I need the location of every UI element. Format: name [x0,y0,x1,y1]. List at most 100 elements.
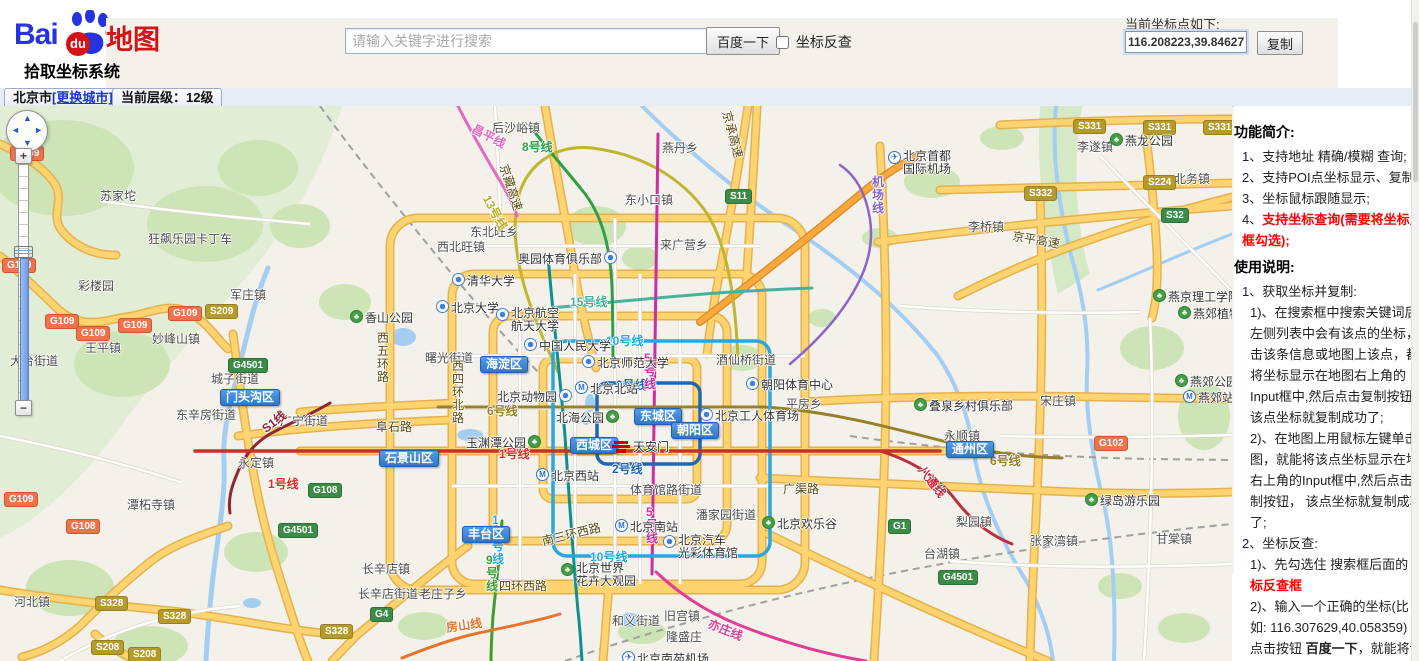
park-icon: ♣ [1110,133,1123,146]
metro-station-icon: M [1183,390,1196,403]
map-pan-control[interactable]: ▲ ▼ ◄ ► [6,110,48,152]
subway-line-label: 1号线 [268,475,299,492]
park-icon: ♣ [561,563,574,576]
poi-label[interactable]: ♣绿岛游乐园 [1085,492,1160,509]
pan-left-arrow-icon[interactable]: ◄ [11,126,20,135]
poi-label[interactable]: ♣燕龙公园 [1110,132,1173,149]
town-label: 潭柘寺镇 [127,496,175,513]
copy-button[interactable]: 复制 [1257,31,1303,55]
town-label: 曙光街道 [425,349,473,366]
poi-label[interactable]: ♣燕京理工学院 [1153,288,1232,305]
town-label: 长辛店镇 [362,560,410,577]
road-name-label: 京承高速 [719,109,748,160]
sidebar-text-line: Input框中,然后点击复制按钮， [1234,386,1414,407]
poi-icon [559,389,572,402]
tiananmen-marker[interactable]: 天安门 [612,438,669,455]
district-label: 朝阳区 [671,422,719,439]
reverse-lookup-checkbox[interactable] [776,36,789,49]
zoom-in-button[interactable]: + [15,148,32,164]
town-label: 甘棠镇 [1156,530,1192,547]
poi-label[interactable]: 北京动物园 [497,388,572,405]
road-shield: G4501 [938,570,978,585]
road-shield: S328 [320,624,353,639]
sidebar-text-line: 将坐标显示在地图右上角的 [1234,365,1414,386]
sidebar-text-line: 右上角的Input框中,然后点击复 [1234,470,1414,491]
poi-label[interactable]: M北京北站 [575,380,638,397]
poi-label[interactable]: M燕郊站 [1183,389,1232,406]
road-name-label: 西五环路 [377,332,390,384]
sidebar-text-line: 2)、输入一个正确的坐标(比 [1234,596,1414,617]
poi-label[interactable]: ♣燕郊植物园 [1178,305,1232,322]
park-icon: ♣ [762,516,775,529]
subway-line-label: 6号线 [990,452,1021,469]
road-shield: S328 [158,609,191,624]
park-icon: ♣ [606,410,619,423]
header: Bai du 地图 拾取坐标系统 百度一下 坐标反查 当前坐标点如下: 复制 [0,0,1419,88]
subway-line-label: 亦庄线 [706,615,746,644]
poi-label[interactable]: 玉渊潭公园♣ [466,434,541,451]
poi-label[interactable]: 清华大学 [452,272,515,289]
poi-label[interactable]: ♣叠泉乡村俱乐部 [914,397,1013,414]
town-label: 梨园镇 [956,513,992,530]
poi-icon [663,535,676,548]
poi-label[interactable]: ♣北京欢乐谷 [762,515,837,532]
coord-input[interactable] [1125,31,1247,53]
park-icon: ♣ [1153,289,1166,302]
reverse-lookup-option[interactable]: 坐标反查 [772,32,852,52]
sidebar-heading: 功能简介: [1234,122,1414,143]
park-icon: ♣ [1175,374,1188,387]
poi-label[interactable]: ♣香山公园 [350,309,413,326]
subway-line-label: 8号线 [522,138,553,155]
sidebar-heading: 使用说明: [1234,257,1414,278]
baidu-map-logo: Bai du 地图 拾取坐标系统 [14,10,184,80]
district-label: 门头沟区 [220,389,280,406]
poi-label[interactable]: 北京航空航天大学 [496,307,559,333]
poi-label[interactable]: 北京汽车光彩体育馆 [663,534,738,560]
zoom-out-button[interactable]: − [15,400,32,416]
page-scrollbar[interactable] [1411,0,1419,661]
instructions-sidebar: 功能简介:1、支持地址 精确/模糊 查询;2、支持POI点坐标显示、复制;3、坐… [1234,106,1414,661]
town-label: 李桥镇 [968,218,1004,235]
current-city: 北京市 [13,90,52,105]
poi-label[interactable]: 奥园体育俱乐部 [518,250,617,267]
poi-label[interactable]: 北京师范大学 [582,354,669,371]
sidebar-text-line: 3、坐标鼠标跟随显示; [1234,188,1414,209]
city-tab: 北京市[更换城市] [4,88,122,106]
poi-label[interactable]: ♣北京世界花卉大观园 [561,562,636,588]
pan-down-arrow-icon[interactable]: ▼ [23,139,32,148]
poi-label[interactable]: ✈北京首都国际机场 [888,150,951,176]
page-scrollbar-thumb[interactable] [1413,22,1418,182]
road-shield: S208 [128,647,161,661]
poi-label[interactable]: ♣燕郊公园 [1175,373,1232,390]
poi-label[interactable]: M北京西站 [536,467,599,484]
poi-label[interactable]: 北海公园♣ [556,409,619,426]
sidebar-text-line: 该点坐标就复制成功了; [1234,407,1414,428]
poi-label[interactable]: 中国人民大学 [524,337,611,354]
sidebar-text-line: 2)、在地图上用鼠标左键单击 [1234,428,1414,449]
map-canvas[interactable]: 苏家坨狂飙乐园卡丁车东北旺乡西北旺镇后沙峪镇燕丹乡东小口镇来广营乡曙光街道彩楼园… [0,106,1232,661]
poi-label[interactable]: 朝阳体育中心 [746,376,833,393]
poi-label[interactable]: ✈北京南苑机场 [622,650,709,661]
road-shield: S32 [1161,208,1189,223]
sidebar-text-line: 标反查框 [1234,575,1414,596]
pan-up-arrow-icon[interactable]: ▲ [23,114,32,123]
road-shield: G108 [308,483,342,498]
change-city-link[interactable]: [更换城市] [52,90,113,105]
search-input[interactable] [345,28,707,54]
park-icon: ♣ [528,435,541,448]
town-label: 长辛店街道 [358,585,418,602]
poi-label[interactable]: M北京南站 [615,518,678,535]
pan-right-arrow-icon[interactable]: ► [34,126,43,135]
town-label: 东小口镇 [625,191,673,208]
search-button[interactable]: 百度一下 [706,27,780,55]
road-shield: G4501 [228,358,268,373]
poi-icon [582,355,595,368]
subway-line-label: 八通线 [915,462,951,501]
zoom-slider-handle[interactable] [14,246,33,258]
road-shield: S332 [1024,186,1057,201]
poi-icon [604,251,617,264]
sidebar-text-line: 1、支持地址 精确/模糊 查询; [1234,146,1414,167]
town-label: 潘家园街道 [696,506,756,523]
poi-label[interactable]: 北京大学 [436,299,499,316]
sidebar-text-line: 左侧列表中会有该点的坐标， [1234,323,1414,344]
